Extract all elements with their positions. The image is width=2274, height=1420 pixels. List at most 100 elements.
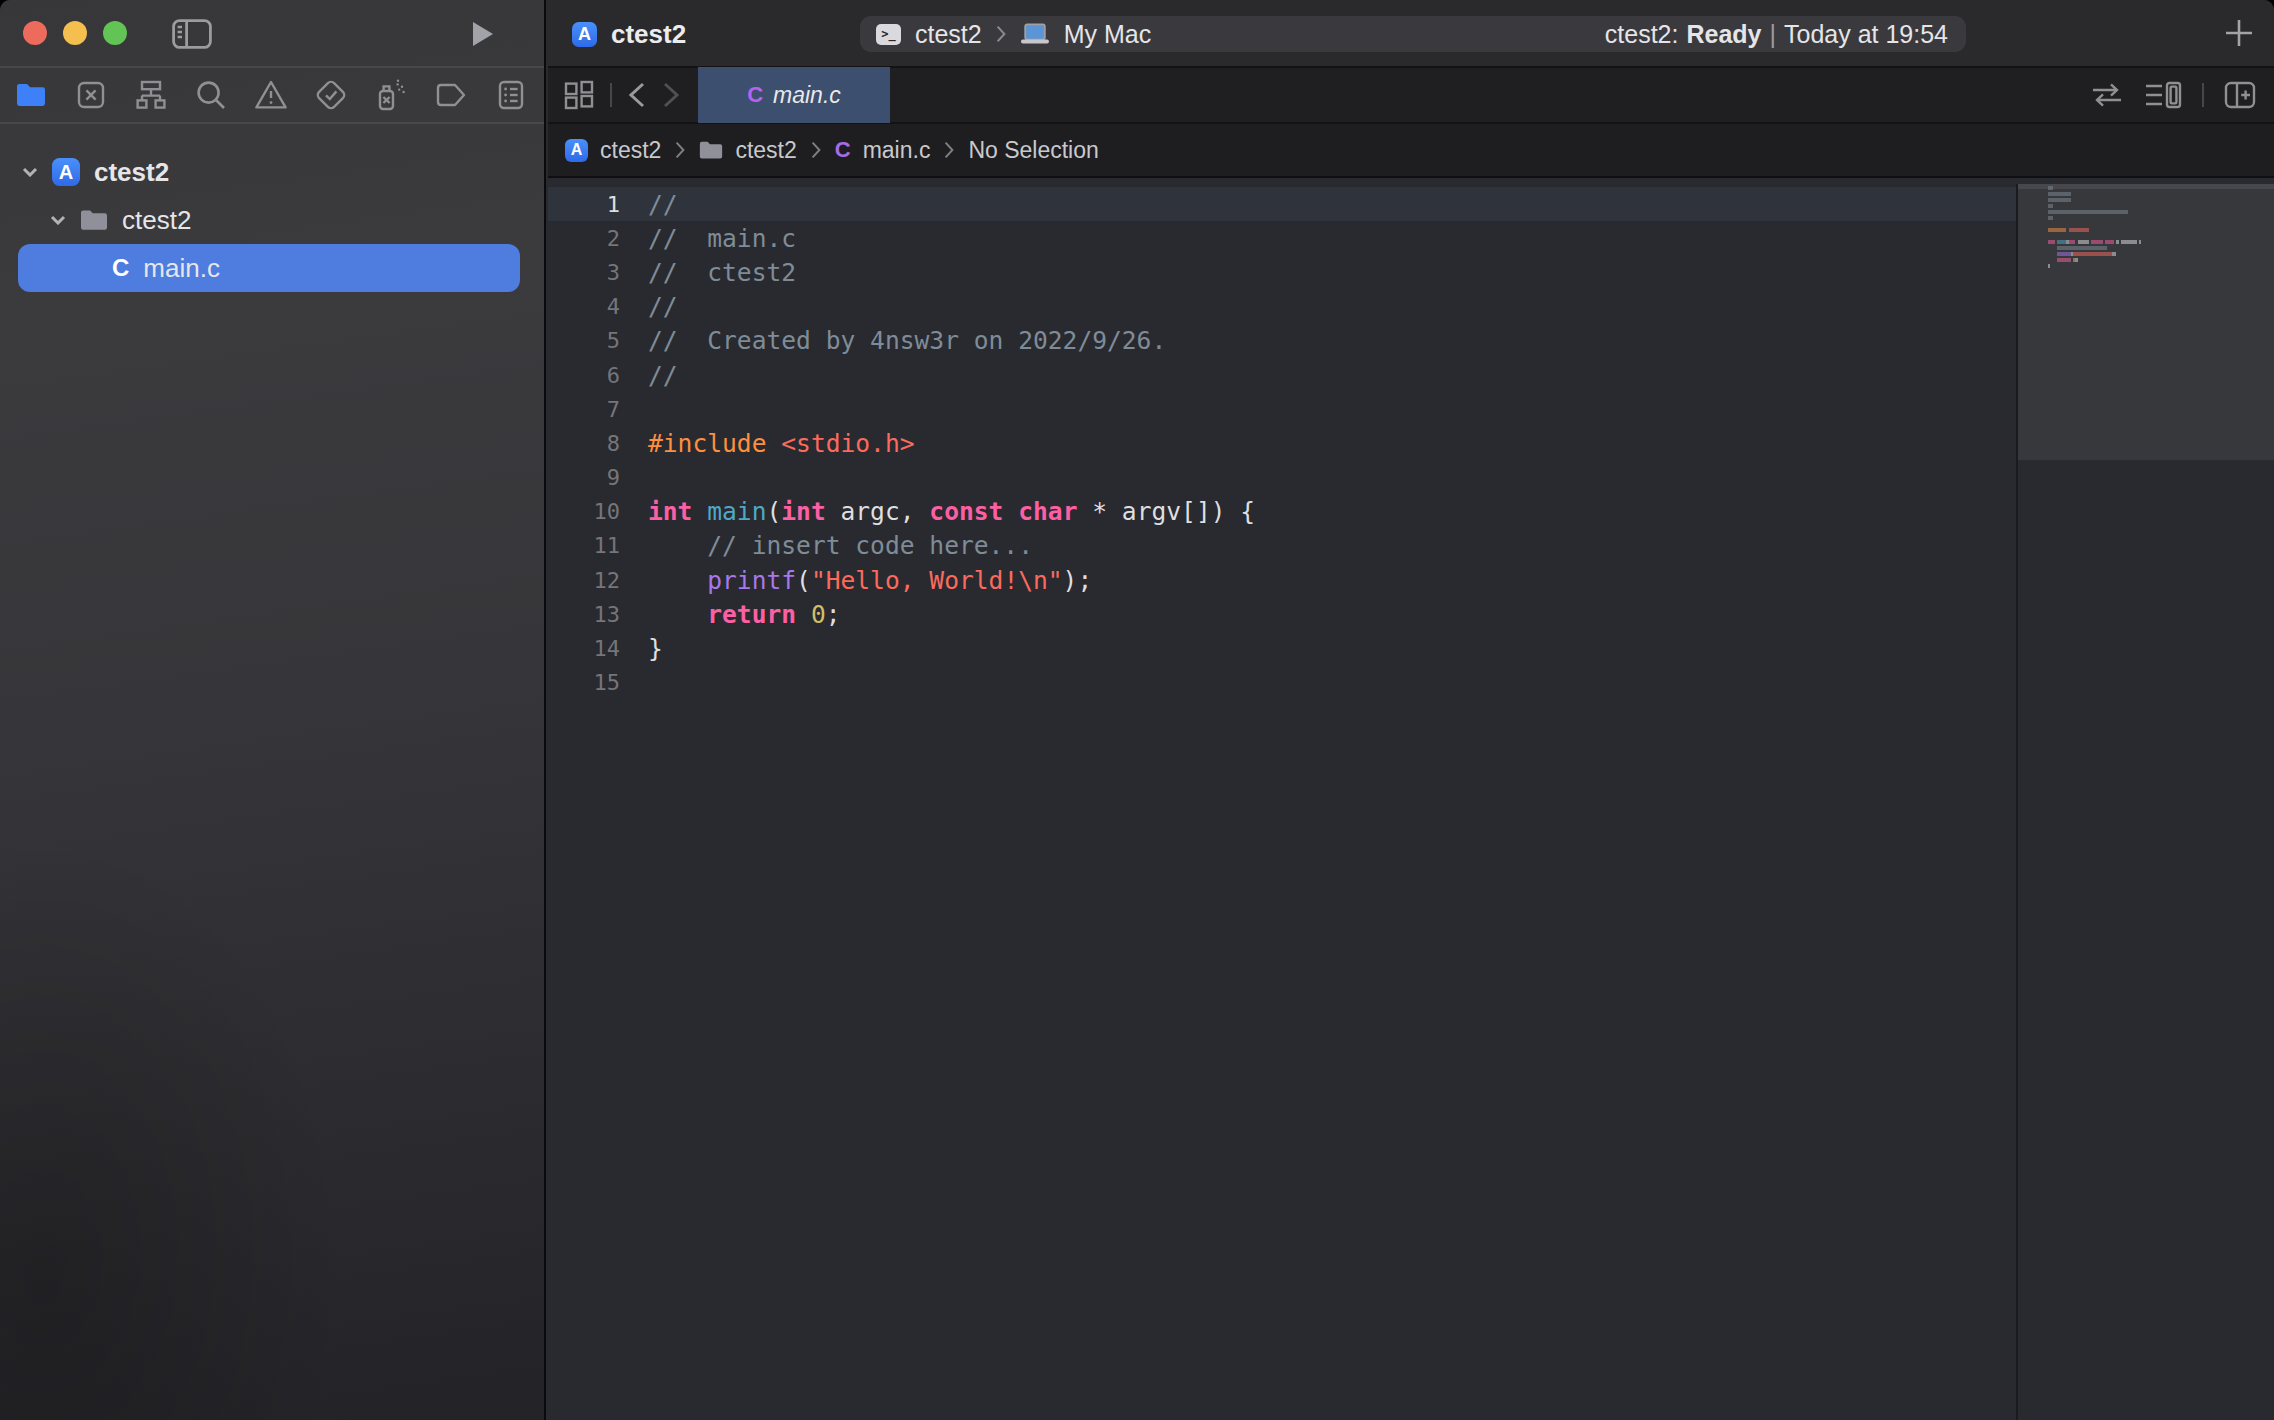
status-project: ctest2: [1605, 20, 1679, 49]
code-line-10[interactable]: 10int main(int argc, const char * argv[]… [548, 495, 2016, 529]
code-text: // Created by 4nsw3r on 2022/9/26. [648, 326, 1166, 355]
minimap-line-bar [2121, 240, 2137, 244]
my-mac-icon [1020, 23, 1050, 45]
tab-bar: C main.c [548, 68, 2274, 124]
line-number: 11 [548, 533, 620, 558]
source-control-navigator-icon[interactable] [74, 78, 108, 112]
minimize-window-button[interactable] [63, 21, 87, 45]
line-number: 5 [548, 328, 620, 353]
tree-row-label: ctest2 [94, 157, 169, 188]
minimap-line-bar [2069, 240, 2076, 244]
line-number: 7 [548, 397, 620, 422]
minimap-line-bar [2091, 240, 2102, 244]
code-text: printf("Hello, World!\n"); [648, 566, 1092, 595]
zoom-window-button[interactable] [103, 21, 127, 45]
find-navigator-icon[interactable] [194, 78, 228, 112]
minimap-line-bar [2048, 186, 2053, 190]
chevron-right-icon [996, 25, 1006, 43]
tab-main-c[interactable]: C main.c [698, 67, 890, 123]
add-editor-icon[interactable] [2224, 81, 2256, 109]
breadcrumb-label: ctest2 [600, 137, 661, 164]
c-file-icon: C [112, 254, 129, 282]
toggle-navigator-icon[interactable] [172, 19, 212, 49]
test-navigator-icon[interactable] [314, 78, 348, 112]
line-number: 4 [548, 294, 620, 319]
breadcrumb-item[interactable]: ctest2 [699, 137, 796, 164]
code-text: // ctest2 [648, 258, 796, 287]
symbol-navigator-icon[interactable] [134, 78, 168, 112]
disclosure-chevron-icon[interactable] [50, 215, 66, 225]
code-line-4[interactable]: 4// [548, 290, 2016, 324]
debug-navigator-icon[interactable] [374, 78, 408, 112]
code-line-11[interactable]: 11 // insert code here... [548, 529, 2016, 563]
navigator-bar [0, 68, 544, 124]
minimap-line-bar [2139, 240, 2141, 244]
folder-icon [699, 140, 723, 160]
minimap-line-bar [2057, 258, 2071, 262]
disclosure-chevron-icon[interactable] [22, 167, 38, 177]
minimap-line-bar [2057, 240, 2066, 244]
minimap-line-bar [2048, 198, 2071, 202]
code-line-14[interactable]: 14} [548, 631, 2016, 665]
line-number: 8 [548, 431, 620, 456]
run-button[interactable] [472, 21, 494, 47]
go-forward-button[interactable] [662, 82, 680, 108]
minimap-line-bar [2075, 258, 2077, 262]
scheme-selector[interactable]: >_ ctest2 My Mac [876, 20, 1151, 49]
tree-row-main.c[interactable]: Cmain.c [18, 244, 520, 292]
breadcrumb-item[interactable]: Actest2 [565, 137, 661, 164]
breadcrumb-item[interactable]: No Selection [968, 137, 1098, 164]
code-line-15[interactable]: 15 [548, 666, 2016, 700]
line-number: 12 [548, 568, 620, 593]
line-number: 15 [548, 670, 620, 695]
code-line-12[interactable]: 12 printf("Hello, World!\n"); [548, 563, 2016, 597]
code-line-9[interactable]: 9 [548, 461, 2016, 495]
code-review-icon[interactable] [2090, 82, 2124, 108]
destination-name[interactable]: My Mac [1064, 20, 1152, 49]
minimap-line-bar [2048, 240, 2055, 244]
code-line-5[interactable]: 5 // Created by 4nsw3r on 2022/9/26. [548, 324, 2016, 358]
tree-row-ctest2[interactable]: Actest2 [18, 148, 520, 196]
jump-bar: Actest2ctest2Cmain.cNo Selection [548, 124, 2274, 178]
close-window-button[interactable] [23, 21, 47, 45]
tree-row-ctest2[interactable]: ctest2 [18, 196, 520, 244]
minimap-line-bar [2078, 240, 2089, 244]
navigator-sidebar: Actest2ctest2Cmain.c [0, 0, 546, 1420]
breadcrumb-label: No Selection [968, 137, 1098, 164]
minimap-line-bar [2057, 246, 2107, 250]
code-line-8[interactable]: 8#include <stdio.h> [548, 426, 2016, 460]
line-number: 3 [548, 260, 620, 285]
minimap[interactable] [2016, 184, 2274, 1420]
code-line-3[interactable]: 3 // ctest2 [548, 255, 2016, 289]
code-line-1[interactable]: 1// [548, 187, 2016, 221]
library-add-button[interactable] [2224, 18, 2254, 48]
code-line-13[interactable]: 13 return 0; [548, 597, 2016, 631]
minimap-line-bar [2112, 252, 2117, 256]
project-tree: Actest2ctest2Cmain.c [0, 124, 544, 292]
code-editor[interactable]: 1//2// main.c3// ctest24//5// Created by… [548, 184, 2016, 1420]
project-navigator-icon[interactable] [14, 78, 48, 112]
code-text: int main(int argc, const char * argv[]) … [648, 497, 1255, 526]
breakpoint-navigator-icon[interactable] [434, 78, 468, 112]
status-time: Today at 19:54 [1784, 20, 1948, 49]
folder-icon [80, 209, 108, 231]
breadcrumb-label: ctest2 [735, 137, 796, 164]
issue-navigator-icon[interactable] [254, 78, 288, 112]
editor-options-icon[interactable] [2144, 81, 2182, 109]
code-line-6[interactable]: 6// [548, 358, 2016, 392]
breadcrumb-label: main.c [863, 137, 931, 164]
line-number: 6 [548, 363, 620, 388]
scheme-name[interactable]: ctest2 [915, 20, 982, 49]
project-file-icon: A [565, 139, 588, 162]
go-back-button[interactable] [628, 82, 646, 108]
code-line-7[interactable]: 7 [548, 392, 2016, 426]
window-title: ctest2 [611, 19, 686, 50]
tree-row-label: ctest2 [122, 205, 191, 236]
c-file-icon: C [747, 82, 763, 108]
tab-overview-icon[interactable] [564, 80, 594, 110]
code-text: // [648, 190, 678, 219]
scheme-status-pill: >_ ctest2 My Mac ctest2: Ready | Today a… [860, 16, 1966, 52]
breadcrumb-item[interactable]: Cmain.c [835, 137, 931, 164]
code-line-2[interactable]: 2// main.c [548, 221, 2016, 255]
report-navigator-icon[interactable] [494, 78, 528, 112]
